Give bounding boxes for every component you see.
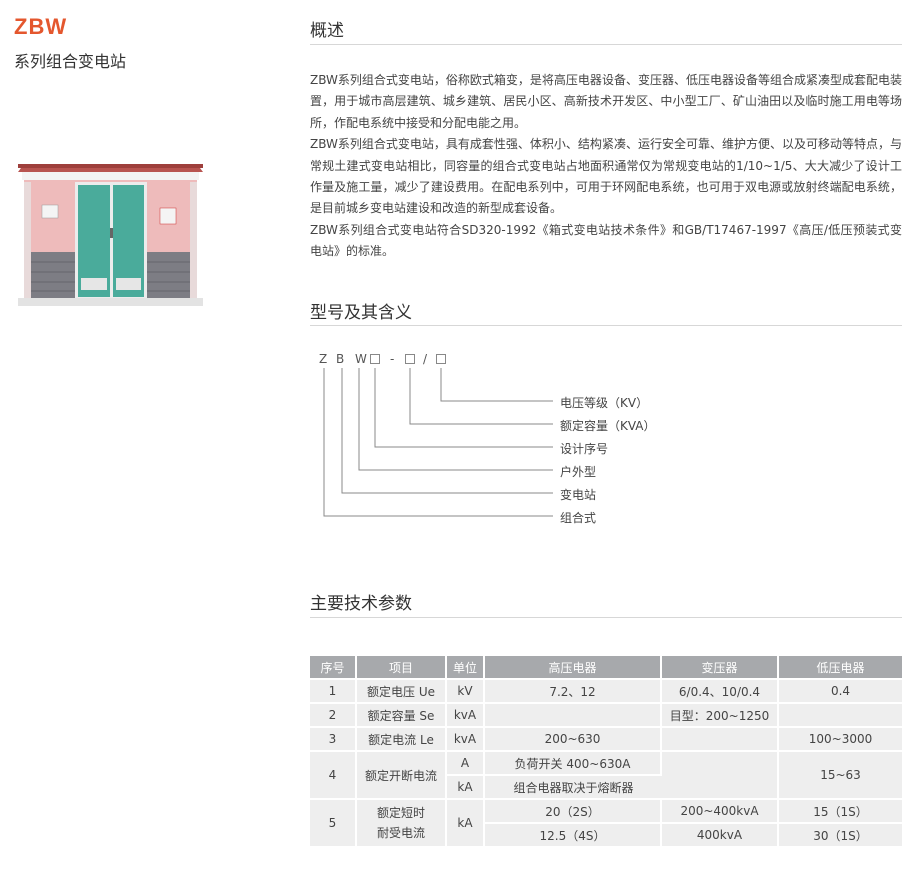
cell-transformer: 400kvA [662,824,779,846]
table-row: 5 额定短时 耐受电流 kA 20（2S） 200~400kvA 15（1S） [310,800,902,846]
header-item: 项目 [357,656,447,678]
header-transformer: 变压器 [662,656,779,678]
cell-high-voltage: 12.5（4S） [485,824,662,846]
cell-item-line-1: 额定短时 [376,806,425,820]
cell-no: 1 [310,680,357,702]
table-row: 2 额定容量 Se kvA 目型：200~1250 [310,704,902,726]
legend-rated-capacity: 额定容量（KVA） [560,419,656,433]
cell-no: 4 [310,752,357,798]
cell-high-voltage [485,704,662,726]
header-high-voltage: 高压电器 [485,656,662,678]
cell-high-voltage: 200~630 [485,728,662,750]
legend-combined: 组合式 [560,511,597,525]
table-row: 4 额定开断电流 A 负荷开关 400~630A 15~63 [310,752,902,798]
cell-low-voltage: 0.4 [779,680,902,702]
cell-transformer: 目型：200~1250 [662,704,779,726]
cell-transformer: 6/0.4、10/0.4 [662,680,779,702]
cell-unit: kvA [447,728,485,750]
legend-substation: 变电站 [560,488,597,502]
cell-unit: kvA [447,704,485,726]
header-unit: 单位 [447,656,485,678]
table-row: 3 额定电流 Le kvA 200~630 100~3000 [310,728,902,750]
cell-low-voltage: 100~3000 [779,728,902,750]
cell-low-voltage: 15（1S） [779,800,902,822]
cell-high-voltage: 组合电器取决于熔断器 [485,776,662,798]
cell-high-voltage: 负荷开关 400~630A [485,752,662,774]
cell-item-line-2: 耐受电流 [376,826,425,840]
cell-no: 5 [310,800,357,846]
cell-unit: kV [447,680,485,702]
cell-low-voltage: 15~63 [779,752,902,798]
cell-no: 2 [310,704,357,726]
cell-transformer: 200~400kvA [662,800,779,822]
spec-table: 序号 项目 单位 高压电器 变压器 低压电器 1 额定电压 Ue kV 7.2、… [310,654,902,848]
specs-title: 主要技术参数 [310,594,412,614]
table-header-row: 序号 项目 单位 高压电器 变压器 低压电器 [310,656,902,678]
cell-item: 额定容量 Se [357,704,447,726]
cell-unit: kA [447,800,485,846]
cell-low-voltage: 30（1S） [779,824,902,846]
cell-item: 额定电流 Le [357,728,447,750]
table-row: 1 额定电压 Ue kV 7.2、12 6/0.4、10/0.4 0.4 [310,680,902,702]
cell-high-voltage: 7.2、12 [485,680,662,702]
cell-item: 额定短时 耐受电流 [357,800,447,846]
legend-outdoor: 户外型 [560,465,597,479]
legend-design-number: 设计序号 [560,442,609,456]
cell-high-voltage: 20（2S） [485,800,662,822]
cell-no: 3 [310,728,357,750]
cell-unit: A [447,752,485,774]
specs-divider [310,617,902,618]
cell-unit: kA [447,776,485,798]
cell-low-voltage [779,704,902,726]
cell-item: 额定开断电流 [357,752,447,798]
header-low-voltage: 低压电器 [779,656,902,678]
cell-transformer [662,752,779,798]
legend-voltage-level: 电压等级（KV） [560,396,649,410]
cell-item: 额定电压 Ue [357,680,447,702]
header-no: 序号 [310,656,357,678]
cell-transformer [662,728,779,750]
